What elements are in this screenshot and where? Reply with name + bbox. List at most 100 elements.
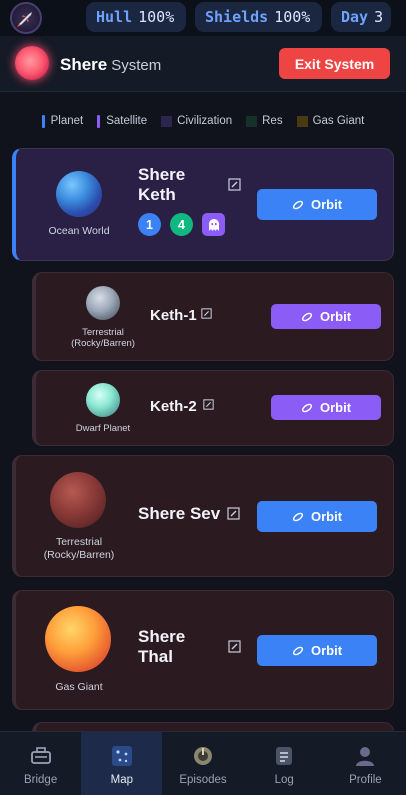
legend: Planet Satellite Civilization Res Gas Gi… bbox=[0, 108, 406, 134]
orbit-button[interactable]: Orbit bbox=[257, 635, 377, 666]
day-indicator: Day 3 bbox=[331, 2, 391, 32]
orbit-label: Orbit bbox=[310, 643, 343, 658]
nav-item-map[interactable]: Map bbox=[81, 732, 163, 795]
system-header: Shere System Exit System bbox=[0, 36, 406, 92]
shields-value: 100% bbox=[274, 8, 311, 26]
legend-item-gas-giant: Gas Giant bbox=[296, 115, 365, 127]
day-value: 3 bbox=[374, 8, 384, 26]
bridge-icon bbox=[30, 745, 52, 767]
edit-icon[interactable] bbox=[203, 399, 214, 410]
nav-item-profile[interactable]: Profile bbox=[325, 732, 406, 795]
system-title: Shere System bbox=[60, 55, 161, 75]
satellite-card-keth-1[interactable]: Terrestrial (Rocky/Barren) Keth-1 Orbit bbox=[32, 272, 394, 361]
planet-card-shere-thal[interactable]: Gas Giant Shere Thal Orbit bbox=[12, 590, 394, 710]
orbit-icon bbox=[301, 312, 313, 321]
orbit-button[interactable]: Orbit bbox=[257, 501, 377, 532]
planet-name-line2: Thal bbox=[138, 647, 173, 666]
type-line2: (Rocky/Barren) bbox=[71, 338, 135, 349]
satellite-swatch bbox=[97, 114, 101, 128]
orbit-label: Orbit bbox=[310, 197, 343, 212]
hull-label: Hull bbox=[96, 8, 133, 26]
legend-item-planet: Planet bbox=[41, 114, 84, 128]
orbit-label: Orbit bbox=[310, 509, 343, 524]
type-line1: Terrestrial bbox=[55, 536, 103, 548]
app-root: Hull 100% Shields 100% Day 3 Shere System… bbox=[0, 0, 406, 795]
nav-label: Log bbox=[274, 774, 294, 786]
nav-item-episodes[interactable]: Episodes bbox=[162, 732, 243, 795]
edit-icon[interactable] bbox=[228, 178, 241, 191]
shields-indicator: Shields 100% bbox=[195, 2, 322, 32]
edit-icon[interactable] bbox=[201, 308, 212, 319]
planet-name: Shere Thal bbox=[138, 627, 185, 667]
nav-label: Episodes bbox=[179, 774, 227, 786]
star-icon bbox=[15, 46, 49, 80]
legend-item-satellite: Satellite bbox=[97, 114, 148, 128]
satellite-name: Keth-1 bbox=[150, 307, 197, 324]
terrestrial-icon bbox=[50, 472, 106, 528]
ship-icon[interactable] bbox=[10, 2, 42, 34]
terrestrial-icon bbox=[86, 286, 120, 320]
legend-item-civilization: Civilization bbox=[161, 115, 232, 127]
satellite-type: Dwarf Planet bbox=[75, 423, 131, 434]
badge-blue: 1 bbox=[138, 213, 161, 236]
system-name: Shere bbox=[60, 55, 108, 74]
orbit-icon bbox=[292, 646, 304, 655]
ghost-icon bbox=[202, 213, 225, 236]
planet-name: Shere Sev bbox=[138, 504, 221, 523]
status-bar: Hull 100% Shields 100% Day 3 bbox=[0, 0, 406, 36]
exit-system-button[interactable]: Exit System bbox=[279, 48, 390, 79]
nav-label: Profile bbox=[349, 774, 382, 786]
edit-icon[interactable] bbox=[227, 507, 240, 520]
legend-label: Planet bbox=[50, 115, 84, 127]
nav-label: Map bbox=[110, 774, 133, 786]
legend-item-res: Res bbox=[246, 115, 283, 127]
map-icon bbox=[111, 745, 133, 767]
orbit-label: Orbit bbox=[319, 309, 352, 324]
episodes-icon bbox=[192, 745, 214, 767]
legend-label: Gas Giant bbox=[312, 115, 365, 127]
system-suffix: System bbox=[111, 57, 162, 74]
planet-swatch bbox=[41, 114, 45, 128]
planet-name: Shere Keth bbox=[138, 165, 185, 205]
profile-icon bbox=[354, 745, 376, 767]
gas-giant-swatch bbox=[296, 115, 308, 127]
nav-item-log[interactable]: Log bbox=[244, 732, 325, 795]
satellite-name: Keth-2 bbox=[150, 398, 197, 415]
civilization-swatch bbox=[161, 115, 173, 127]
ocean-world-icon bbox=[56, 171, 102, 217]
legend-label: Res bbox=[262, 115, 283, 127]
day-label: Day bbox=[341, 8, 369, 26]
orbit-icon bbox=[301, 403, 313, 412]
dwarf-planet-icon bbox=[86, 383, 120, 417]
planet-card-shere-keth[interactable]: Ocean World Shere Keth 1 4 Orbit bbox=[12, 148, 394, 261]
planet-type: Gas Giant bbox=[55, 681, 103, 693]
orbit-icon bbox=[292, 512, 304, 521]
orbit-icon bbox=[292, 200, 304, 209]
type-line1: Terrestrial bbox=[82, 327, 124, 338]
orbit-label: Orbit bbox=[319, 400, 352, 415]
planet-name-line2: Keth bbox=[138, 185, 176, 204]
log-icon bbox=[273, 745, 295, 767]
satellite-type: Terrestrial (Rocky/Barren) bbox=[58, 327, 148, 349]
nav-item-bridge[interactable]: Bridge bbox=[0, 732, 81, 795]
orbit-button[interactable]: Orbit bbox=[271, 304, 381, 329]
planet-type: Ocean World bbox=[48, 225, 110, 237]
hull-value: 100% bbox=[138, 8, 175, 26]
gas-giant-icon bbox=[45, 606, 111, 672]
planet-type: Terrestrial (Rocky/Barren) bbox=[32, 536, 126, 562]
edit-icon[interactable] bbox=[228, 640, 241, 653]
hull-indicator: Hull 100% bbox=[86, 2, 186, 32]
satellite-card-keth-2[interactable]: Dwarf Planet Keth-2 Orbit bbox=[32, 370, 394, 446]
legend-label: Civilization bbox=[177, 115, 233, 127]
type-line2: (Rocky/Barren) bbox=[43, 549, 115, 561]
planet-card-shere-sev[interactable]: Terrestrial (Rocky/Barren) Shere Sev Orbi… bbox=[12, 455, 394, 577]
badge-green: 4 bbox=[170, 213, 193, 236]
orbit-button[interactable]: Orbit bbox=[271, 395, 381, 420]
planet-name-line1: Shere bbox=[138, 165, 186, 184]
res-swatch bbox=[246, 115, 258, 127]
orbit-button[interactable]: Orbit bbox=[257, 189, 377, 220]
planet-name-line1: Shere bbox=[138, 627, 186, 646]
shields-label: Shields bbox=[205, 8, 269, 26]
legend-label: Satellite bbox=[106, 115, 148, 127]
bottom-nav: Bridge Map Episodes Log Profile bbox=[0, 731, 406, 795]
